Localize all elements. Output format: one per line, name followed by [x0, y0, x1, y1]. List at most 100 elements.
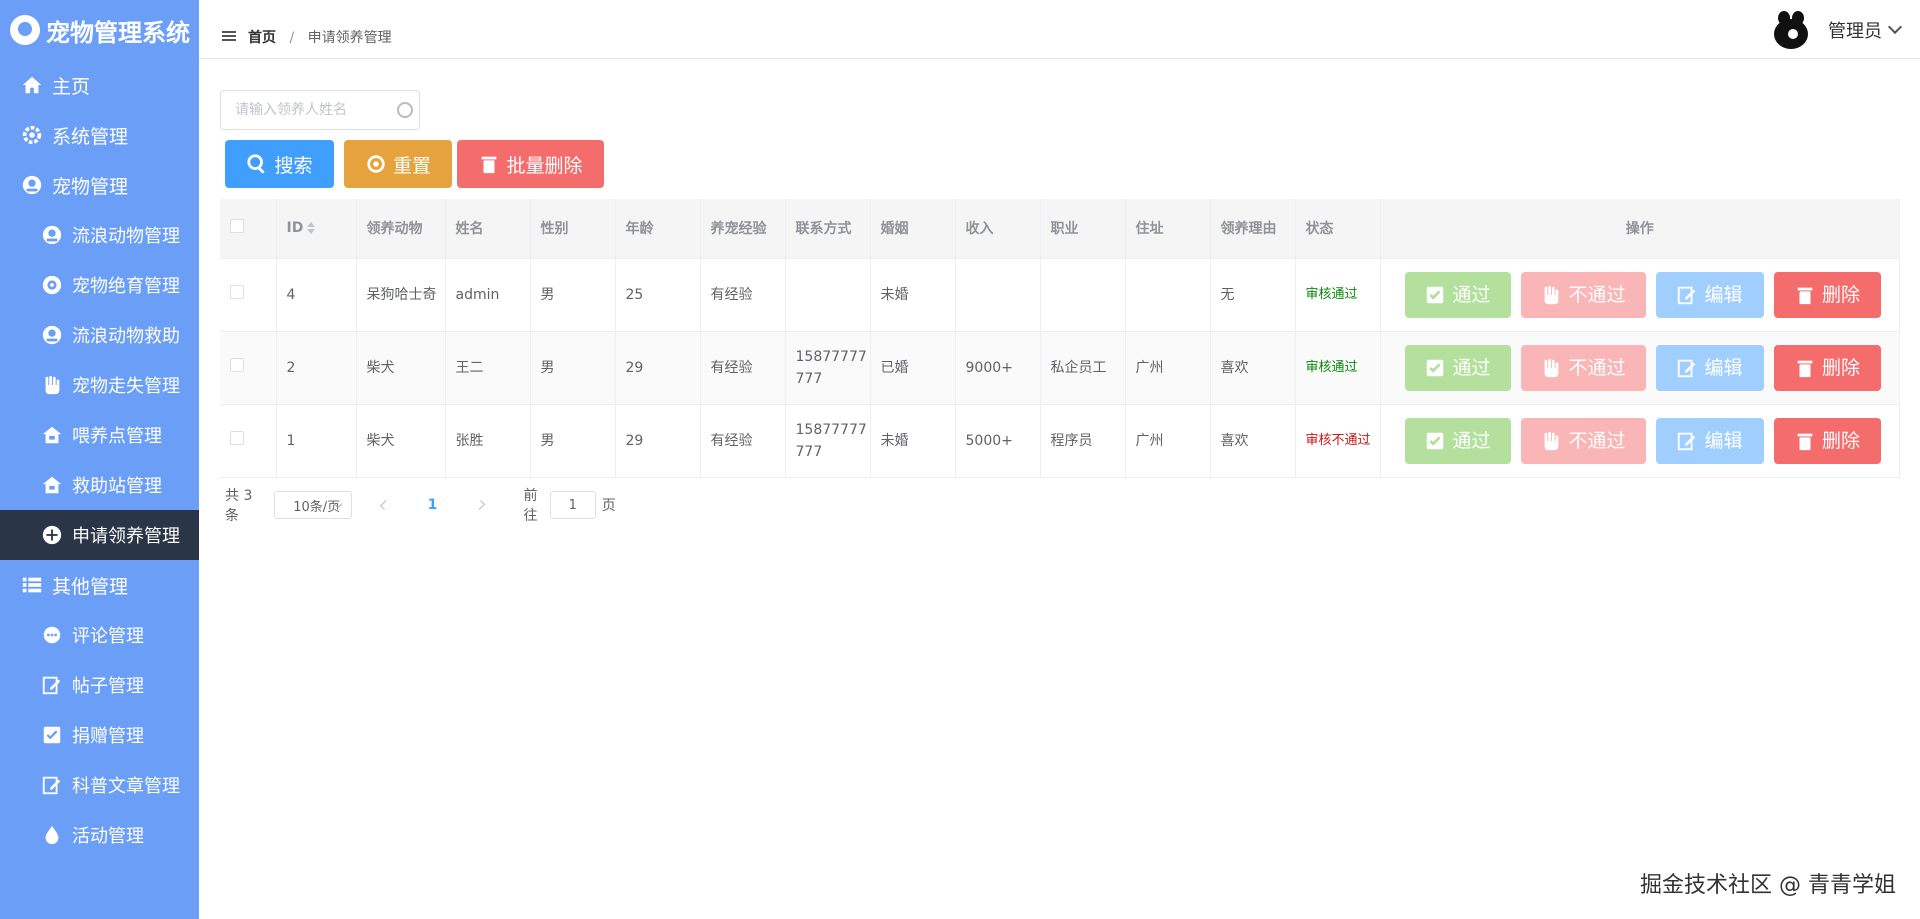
reject-label: 不通过 [1568, 283, 1626, 306]
sidebar-item-7[interactable]: 喂养点管理 [0, 410, 199, 460]
reset-button[interactable]: 重置 [344, 140, 452, 188]
cell-address: 广州 [1125, 404, 1211, 478]
prev-page-icon[interactable] [379, 500, 390, 510]
cell-status: 审核通过 [1295, 258, 1381, 332]
cell-experience: 有经验 [700, 404, 786, 478]
goto-page-input[interactable] [549, 491, 596, 519]
delete-button[interactable]: 删除 [1773, 417, 1881, 464]
sidebar-item-6[interactable]: 宠物走失管理 [0, 360, 199, 410]
search-button-label: 搜索 [274, 154, 313, 177]
sidebar-item-9[interactable]: 申请领养管理 [0, 510, 199, 560]
home-icon [20, 73, 44, 97]
reject-button[interactable]: 不通过 [1520, 417, 1646, 464]
sidebar-item-3[interactable]: 流浪动物管理 [0, 210, 199, 260]
table-row: 4 呆狗哈士奇 admin 男 25 有经验 未婚 无审核通过 通过 不通过 编辑 删除 [220, 258, 1900, 332]
cell-name: 张胜 [445, 404, 531, 478]
pagination-total: 共 3 条 [225, 488, 253, 524]
row-select-cell [220, 404, 277, 478]
sidebar-item-10[interactable]: 其他管理 [0, 560, 199, 610]
sidebar-item-11[interactable]: 评论管理 [0, 610, 199, 660]
sidebar-item-2[interactable]: 宠物管理 [0, 160, 199, 210]
collapse-menu-icon[interactable] [222, 31, 236, 41]
avatar[interactable] [1772, 11, 1812, 49]
sidebar-item-label: 活动管理 [72, 826, 144, 847]
col-name: 姓名 [445, 199, 531, 259]
hand-icon [40, 373, 64, 397]
reset-button-label: 重置 [392, 154, 431, 177]
search-box [220, 90, 420, 130]
edit-label: 编辑 [1704, 356, 1743, 379]
pet-icon [40, 223, 64, 247]
app-logo[interactable]: 宠物管理系统 [0, 0, 199, 60]
delete-button[interactable]: 删除 [1773, 271, 1881, 318]
breadcrumb-current: 申请领养管理 [307, 30, 392, 46]
cell-address [1125, 258, 1211, 332]
reject-button[interactable]: 不通过 [1520, 271, 1646, 318]
delete-button[interactable]: 删除 [1773, 344, 1881, 391]
cell-reason: 喜欢 [1210, 331, 1296, 405]
cell-age: 25 [615, 258, 701, 332]
sidebar-item-5[interactable]: 流浪动物救助 [0, 310, 199, 360]
breadcrumb-home[interactable]: 首页 [248, 30, 276, 46]
sidebar-item-12[interactable]: 帖子管理 [0, 660, 199, 710]
edit-button[interactable]: 编辑 [1655, 344, 1764, 391]
delete-label: 删除 [1821, 429, 1860, 452]
approve-button[interactable]: 通过 [1404, 271, 1511, 318]
col-marriage: 婚姻 [870, 199, 956, 259]
top-header: 首页 / 申请领养管理 管理员 [199, 0, 1920, 59]
sidebar-item-0[interactable]: 主页 [0, 60, 199, 110]
cell-gender: 男 [530, 258, 616, 332]
sort-icon[interactable] [307, 222, 316, 235]
col-address: 住址 [1125, 199, 1211, 259]
house-icon [40, 473, 64, 497]
row-checkbox[interactable] [230, 357, 244, 372]
user-name[interactable]: 管理员 [1828, 17, 1882, 43]
approve-button[interactable]: 通过 [1404, 344, 1511, 391]
delete-label: 删除 [1821, 356, 1860, 379]
edit-button[interactable]: 编辑 [1655, 271, 1764, 318]
drop-icon [40, 823, 64, 847]
app-title: 宠物管理系统 [46, 18, 190, 47]
footer-credit: 掘金技术社区 @ 青青学姐 [1640, 873, 1896, 898]
cell-actions: 通过 不通过 编辑 删除 [1380, 331, 1900, 405]
cell-age: 29 [615, 331, 701, 405]
user-menu[interactable]: 管理员 [1772, 11, 1903, 49]
sidebar-item-1[interactable]: 系统管理 [0, 110, 199, 160]
next-page-icon[interactable] [475, 500, 486, 510]
sidebar: 宠物管理系统 主页 系统管理 宠物管理 流浪动物管理 宠物绝育管理 流浪动物救助 宠物走失管… [0, 0, 199, 919]
batch-delete-button[interactable]: 批量删除 [457, 140, 604, 188]
edit-button[interactable]: 编辑 [1655, 417, 1764, 464]
cell-status: 审核通过 [1295, 331, 1381, 405]
row-checkbox[interactable] [230, 430, 244, 445]
cell-income [955, 258, 1041, 332]
cell-job: 程序员 [1040, 404, 1126, 478]
row-checkbox[interactable] [230, 284, 244, 299]
chevron-down-icon[interactable] [1887, 19, 1903, 35]
cell-animal: 呆狗哈士奇 [356, 258, 446, 332]
cell-id: 1 [276, 404, 357, 478]
col-id[interactable]: ID [276, 199, 357, 259]
reject-button[interactable]: 不通过 [1520, 344, 1646, 391]
search-button[interactable]: 搜索 [225, 140, 334, 188]
search-icon[interactable] [397, 102, 413, 118]
edit-icon [40, 773, 64, 797]
sidebar-item-8[interactable]: 救助站管理 [0, 460, 199, 510]
select-all-checkbox[interactable] [230, 219, 244, 234]
approve-label: 通过 [1452, 283, 1491, 306]
page-size-select[interactable]: 10条/页 [274, 491, 352, 519]
cell-job: 私企员工 [1040, 331, 1126, 405]
page-number-current[interactable]: 1 [428, 497, 438, 513]
cell-contact: 15877777777 [785, 331, 871, 405]
col-reason: 领养理由 [1210, 199, 1296, 259]
sidebar-item-4[interactable]: 宠物绝育管理 [0, 260, 199, 310]
sidebar-item-14[interactable]: 科普文章管理 [0, 760, 199, 810]
hand-icon [1540, 357, 1562, 379]
approve-button[interactable]: 通过 [1404, 417, 1511, 464]
cell-contact: 15877777777 [785, 404, 871, 478]
col-gender: 性别 [530, 199, 616, 259]
cell-age: 29 [615, 404, 701, 478]
table-body: 4 呆狗哈士奇 admin 男 25 有经验 未婚无审核通过 通过 不通过 编辑 删除 2 柴犬 王二男 2… [220, 258, 1900, 478]
sidebar-item-15[interactable]: 活动管理 [0, 810, 199, 860]
search-input[interactable] [221, 91, 391, 129]
sidebar-item-13[interactable]: 捐赠管理 [0, 710, 199, 760]
